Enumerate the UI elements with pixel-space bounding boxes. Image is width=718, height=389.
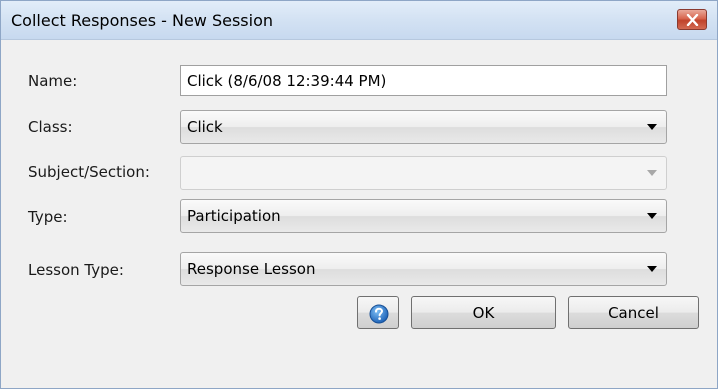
lesson-type-select[interactable]: Response Lesson xyxy=(180,252,667,286)
chevron-down-icon xyxy=(647,170,657,176)
close-button[interactable] xyxy=(677,9,707,30)
name-input[interactable]: Click (8/6/08 12:39:44 PM) xyxy=(180,65,667,96)
title-bar[interactable]: Collect Responses - New Session xyxy=(1,1,717,40)
subject-section-label: Subject/Section: xyxy=(28,163,150,181)
type-select-value: Participation xyxy=(187,207,281,225)
chevron-down-icon xyxy=(647,213,657,219)
dialog-body: Name: Click (8/6/08 12:39:44 PM) Class: … xyxy=(1,40,717,388)
ok-button[interactable]: OK xyxy=(411,296,556,329)
subject-section-select[interactable] xyxy=(180,156,667,190)
class-label: Class: xyxy=(28,118,73,136)
dialog-title: Collect Responses - New Session xyxy=(11,11,274,30)
question-icon xyxy=(369,304,389,324)
collect-responses-dialog: Collect Responses - New Session Name: Cl… xyxy=(0,0,718,389)
lesson-type-select-value: Response Lesson xyxy=(187,260,316,278)
chevron-down-icon xyxy=(647,266,657,272)
type-label: Type: xyxy=(28,208,68,226)
chevron-down-icon xyxy=(647,124,657,130)
lesson-type-label: Lesson Type: xyxy=(28,261,124,279)
close-icon xyxy=(686,14,699,26)
class-select[interactable]: Click xyxy=(180,110,667,144)
name-input-value: Click (8/6/08 12:39:44 PM) xyxy=(187,71,387,90)
ok-button-label: OK xyxy=(472,303,495,322)
help-button[interactable] xyxy=(357,296,399,329)
name-label: Name: xyxy=(28,72,78,90)
cancel-button-label: Cancel xyxy=(608,303,659,322)
type-select[interactable]: Participation xyxy=(180,199,667,233)
class-select-value: Click xyxy=(187,118,223,136)
cancel-button[interactable]: Cancel xyxy=(568,296,699,329)
